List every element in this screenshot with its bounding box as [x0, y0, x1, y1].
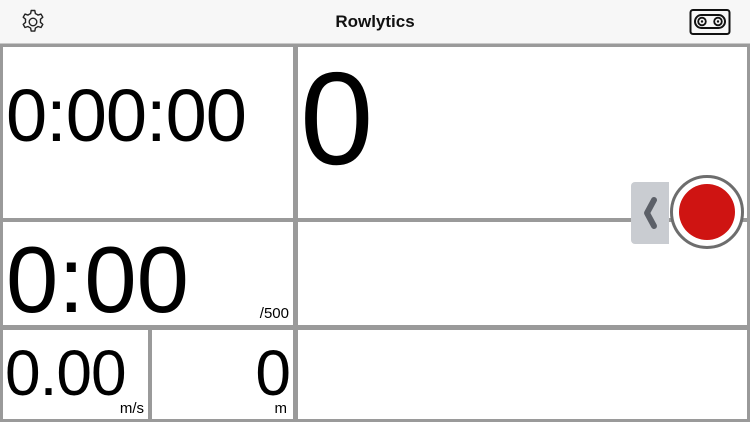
speed-unit-label: m/s [119, 400, 144, 417]
app-title: Rowlytics [335, 12, 415, 31]
record-button[interactable] [670, 175, 744, 249]
chevron-left-icon [644, 197, 657, 229]
split-value: 0:00 [6, 227, 189, 325]
metric-panel-empty-2 [298, 330, 747, 419]
speed-value: 0.00 [5, 337, 127, 409]
distance-unit-label: m [274, 400, 288, 417]
cassette-tape-icon[interactable] [689, 8, 731, 36]
distance-panel: 0 m [152, 330, 293, 419]
drawer-handle[interactable] [631, 182, 669, 244]
speed-panel: 0.00 m/s [3, 330, 148, 419]
distance-value: 0 [255, 337, 291, 409]
stroke-count-value: 0 [300, 47, 374, 192]
elapsed-time-panel: 0:00:00 [3, 47, 293, 218]
elapsed-time-value: 0:00:00 [6, 74, 247, 157]
navigation-bar: Rowlytics [0, 0, 750, 44]
record-icon [679, 184, 735, 240]
split-panel: 0:00 /500 [3, 222, 293, 325]
split-unit-label: /500 [259, 305, 289, 322]
